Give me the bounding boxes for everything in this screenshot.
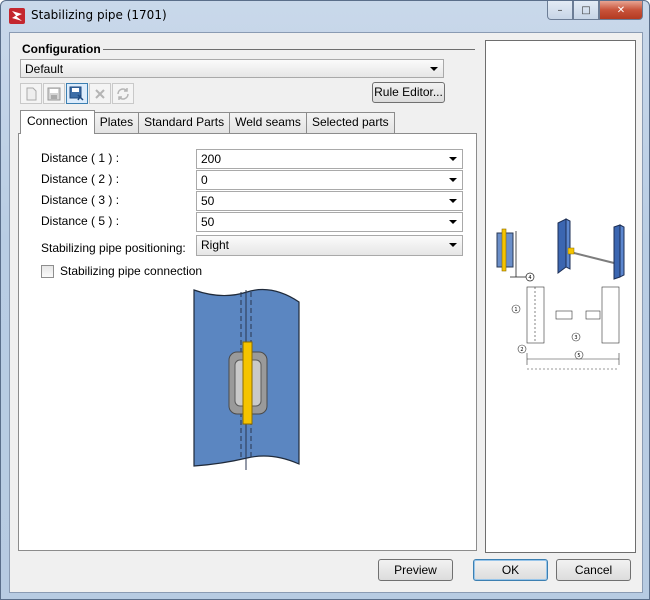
positioning-label: Stabilizing pipe positioning:	[41, 241, 186, 255]
tab-standard-parts[interactable]: Standard Parts	[138, 112, 231, 134]
title-bar[interactable]: Stabilizing pipe (1701) – □ ✕	[1, 1, 649, 31]
callout-5: 5	[577, 353, 580, 359]
distance-5-label: Distance ( 5 ) :	[41, 214, 120, 228]
distance-1-value: 200	[201, 152, 222, 166]
cancel-button[interactable]: Cancel	[556, 559, 631, 581]
preview-pane: 4 1 2 3 5	[485, 40, 636, 553]
caption-buttons: – □ ✕	[547, 1, 643, 21]
chevron-down-icon	[430, 67, 438, 71]
chevron-down-icon	[449, 157, 457, 161]
distance-1-combo[interactable]: 200	[196, 149, 463, 169]
distance-1-label: Distance ( 1 ) :	[41, 151, 120, 165]
delete-icon	[95, 88, 105, 99]
ok-button[interactable]: OK	[473, 559, 548, 581]
callout-3: 3	[574, 335, 577, 341]
save-config-button[interactable]	[43, 83, 65, 104]
config-toolbar	[20, 83, 134, 105]
stabilizing-pipe-connection-label: Stabilizing pipe connection	[60, 264, 203, 278]
distance-2-value: 0	[201, 173, 208, 187]
preview-button[interactable]: Preview	[378, 559, 453, 581]
tab-connection[interactable]: Connection	[20, 110, 95, 134]
callout-1: 1	[514, 307, 517, 313]
maximize-button[interactable]: □	[573, 1, 599, 20]
dialog-window: Stabilizing pipe (1701) – □ ✕ Configurat…	[0, 0, 650, 600]
tab-weld-seams[interactable]: Weld seams	[229, 112, 307, 134]
steel-connection-drawing	[193, 289, 300, 470]
distance-3-combo[interactable]: 50	[196, 191, 463, 211]
stabilizing-pipe-connection-checkbox[interactable]	[41, 264, 54, 278]
dialog-client-area: Configuration Default Rule Editor... Con…	[9, 32, 643, 593]
chevron-down-icon	[449, 178, 457, 182]
distance-3-label: Distance ( 3 ) :	[41, 193, 120, 207]
callout-4: 4	[528, 275, 531, 281]
configuration-label: Configuration	[20, 42, 103, 56]
callout-2: 2	[520, 347, 523, 353]
distance-5-value: 50	[201, 215, 215, 229]
chevron-down-icon	[449, 199, 457, 203]
distance-2-label: Distance ( 2 ) :	[41, 172, 120, 186]
distance-2-combo[interactable]: 0	[196, 170, 463, 190]
refresh-config-button[interactable]	[112, 83, 134, 104]
window-title: Stabilizing pipe (1701)	[31, 8, 167, 22]
connection-detail-image	[177, 280, 319, 496]
connection-tab-panel: Distance ( 1 ) : 200 Distance ( 2 ) : 0 …	[18, 133, 477, 551]
save-as-config-button[interactable]	[66, 83, 88, 104]
tab-plates[interactable]: Plates	[93, 112, 140, 134]
rule-editor-button[interactable]: Rule Editor...	[372, 82, 445, 103]
distance-3-value: 50	[201, 194, 215, 208]
positioning-value: Right	[201, 238, 230, 252]
positioning-combo[interactable]: Right	[196, 235, 463, 256]
new-config-button[interactable]	[20, 83, 42, 104]
overview-drawing: 4 1 2 3 5	[496, 218, 625, 370]
configuration-value: Default	[25, 62, 64, 76]
save-icon	[47, 87, 61, 100]
chevron-down-icon	[449, 243, 457, 247]
new-icon	[26, 87, 37, 100]
delete-config-button[interactable]	[89, 83, 111, 104]
minimize-button[interactable]: –	[547, 1, 573, 20]
tab-strip: Connection Plates Standard Parts Weld se…	[20, 110, 395, 134]
distance-5-combo[interactable]: 50	[196, 212, 463, 232]
save-as-icon	[69, 86, 84, 101]
refresh-icon	[117, 87, 129, 100]
chevron-down-icon	[449, 220, 457, 224]
stabilizing-pipe-connection-row[interactable]: Stabilizing pipe connection	[41, 264, 202, 278]
app-logo-icon	[9, 8, 25, 24]
configuration-combo[interactable]: Default	[20, 59, 444, 78]
tab-selected-parts[interactable]: Selected parts	[305, 112, 395, 134]
close-button[interactable]: ✕	[599, 1, 643, 20]
